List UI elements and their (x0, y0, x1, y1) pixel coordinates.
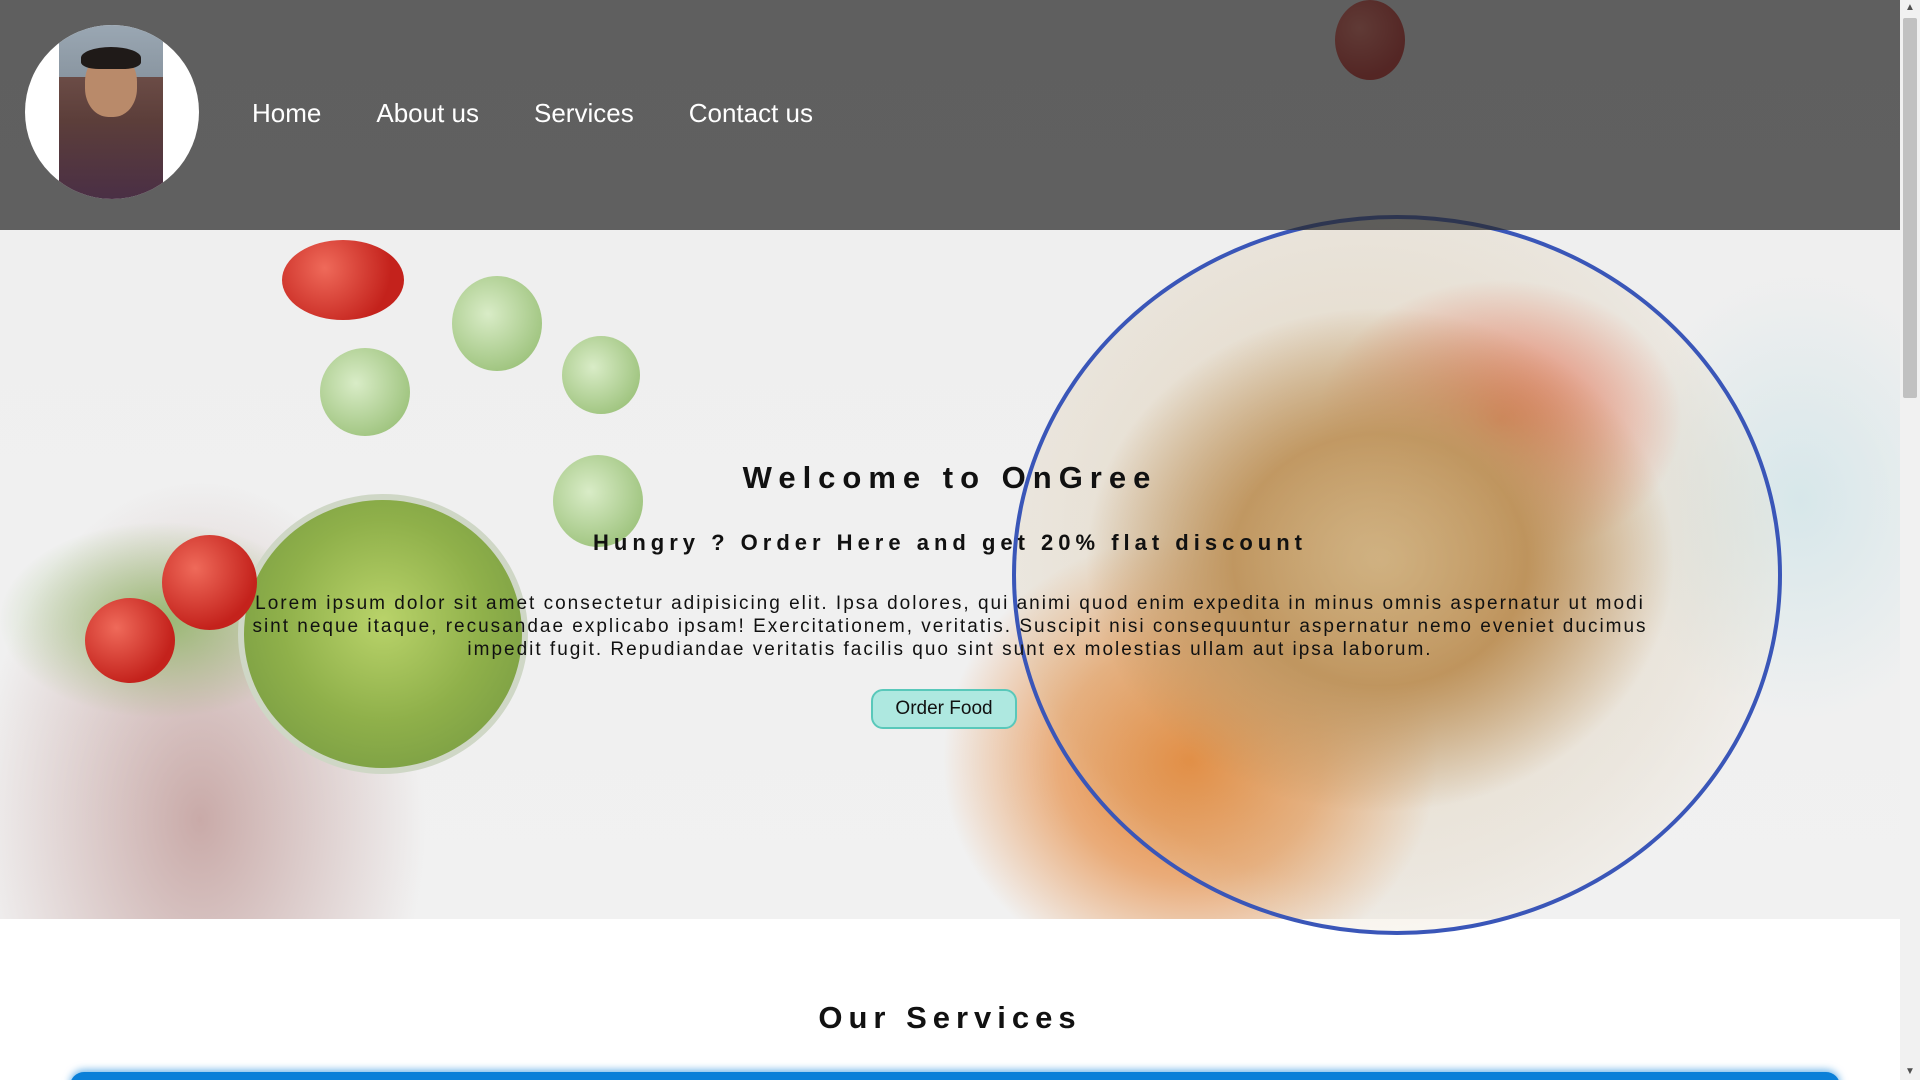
scroll-up-arrow-icon[interactable]: ▲ (1900, 0, 1920, 16)
hero-subtitle: Hungry ? Order Here and get 20% flat dis… (593, 530, 1307, 555)
sprout-image (320, 348, 410, 436)
site-header: Home About us Services Contact us (0, 0, 1900, 230)
page: Home About us Services Contact us Welcom… (0, 0, 1900, 1080)
sprout-image (452, 276, 542, 371)
nav-link-home[interactable]: Home (252, 98, 321, 129)
hero-title: Welcome to OnGree (742, 460, 1158, 495)
scrollbar-thumb[interactable] (1903, 18, 1917, 398)
sprout-image (562, 336, 640, 414)
order-food-button[interactable]: Order Food (871, 689, 1017, 729)
nav-link-about-us[interactable]: About us (376, 98, 479, 129)
scroll-down-arrow-icon[interactable]: ▼ (1900, 1064, 1920, 1080)
hero-content: Welcome to OnGree Hungry ? Order Here an… (0, 460, 1900, 729)
vertical-scrollbar[interactable]: ▲ ▼ (1900, 0, 1920, 1080)
hero-description: Lorem ipsum dolor sit amet consectetur a… (252, 593, 1648, 660)
services-title: Our Services (818, 1000, 1082, 1035)
services-card-top (70, 1072, 1840, 1080)
profile-avatar[interactable] (25, 25, 199, 199)
main-nav: Home About us Services Contact us (252, 98, 868, 129)
tomato-image (282, 240, 404, 320)
nav-link-services[interactable]: Services (534, 98, 634, 129)
nav-link-contact-us[interactable]: Contact us (689, 98, 813, 129)
avatar-hair (81, 47, 141, 69)
